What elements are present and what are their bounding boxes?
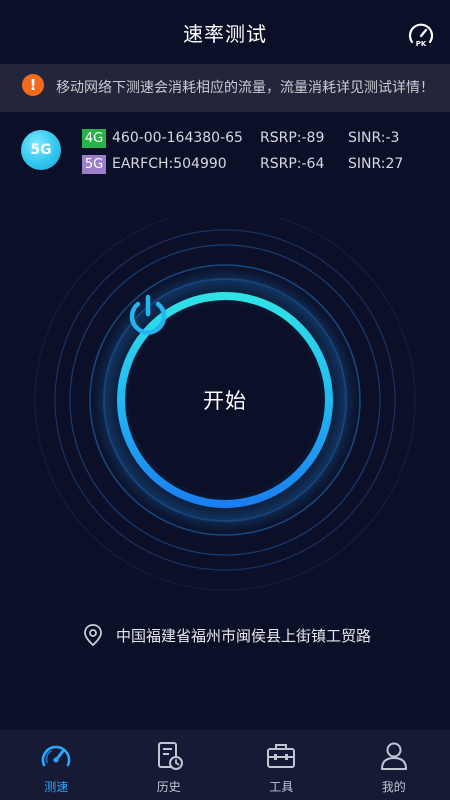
cell-id-5g: EARFCH:504990 (112, 156, 227, 172)
location-text: 中国福建省福州市闽侯县上街镇工贸路 (116, 626, 372, 645)
nav-label-tools: 工具 (269, 780, 294, 794)
sinr-5g: SINR:27 (348, 156, 404, 172)
page-title: 速率测试 (183, 21, 267, 46)
speedometer-icon (41, 745, 71, 767)
bottom-nav: 测速 历史 工具 我的 (0, 730, 450, 800)
nav-item-speedtest[interactable]: 测速 (0, 730, 113, 800)
speed-pk-button[interactable]: PK (406, 20, 436, 50)
start-label: 开始 (203, 389, 247, 413)
nav-item-tools[interactable]: 工具 (225, 730, 338, 800)
traffic-notice: ! 移动网络下测速会消耗相应的流量，流量消耗详见测试详情！ (0, 64, 450, 112)
nav-label-profile: 我的 (381, 780, 406, 794)
history-icon (157, 742, 183, 770)
sinr-4g: SINR:-3 (348, 130, 400, 146)
rsrp-5g: RSRP:-64 (260, 156, 325, 172)
power-icon (129, 294, 167, 335)
rsrp-4g: RSRP:-89 (260, 130, 325, 146)
speed-gauge: 开始 (0, 218, 450, 618)
app-root: 速率测试 PK ! 移动网络下测速会消耗相应的流量，流量消耗详见测试详情！ 5G… (0, 0, 450, 800)
header-bar: 速率测试 PK (0, 0, 450, 64)
toolbox-icon (267, 744, 296, 768)
user-icon (380, 742, 407, 770)
notice-text: 移动网络下测速会消耗相应的流量，流量消耗详见测试详情！ (56, 80, 434, 96)
nav-label-speedtest: 测速 (44, 780, 69, 794)
location-pin-icon (84, 624, 102, 647)
speed-pk-icon: PK (408, 23, 434, 48)
svg-text:PK: PK (416, 40, 427, 48)
cell-id-4g: 460-00-164380-65 (112, 130, 243, 146)
network-row-5g: 5G EARFCH:504990 RSRP:-64 SINR:27 (82, 153, 403, 175)
nav-item-history[interactable]: 历史 (113, 730, 226, 800)
warning-icon: ! (22, 74, 44, 96)
start-test-button[interactable]: 开始 (125, 294, 325, 500)
network-tag-4g: 4G (82, 128, 106, 148)
network-tag-5g: 5G (82, 154, 106, 174)
nav-label-history: 历史 (156, 780, 181, 794)
nav-item-profile[interactable]: 我的 (338, 730, 450, 800)
network-type-badge: 5G (21, 130, 61, 170)
location-info: 中国福建省福州市闽侯县上街镇工贸路 (82, 622, 371, 648)
network-row-4g: 4G 460-00-164380-65 RSRP:-89 SINR:-3 (82, 127, 399, 149)
